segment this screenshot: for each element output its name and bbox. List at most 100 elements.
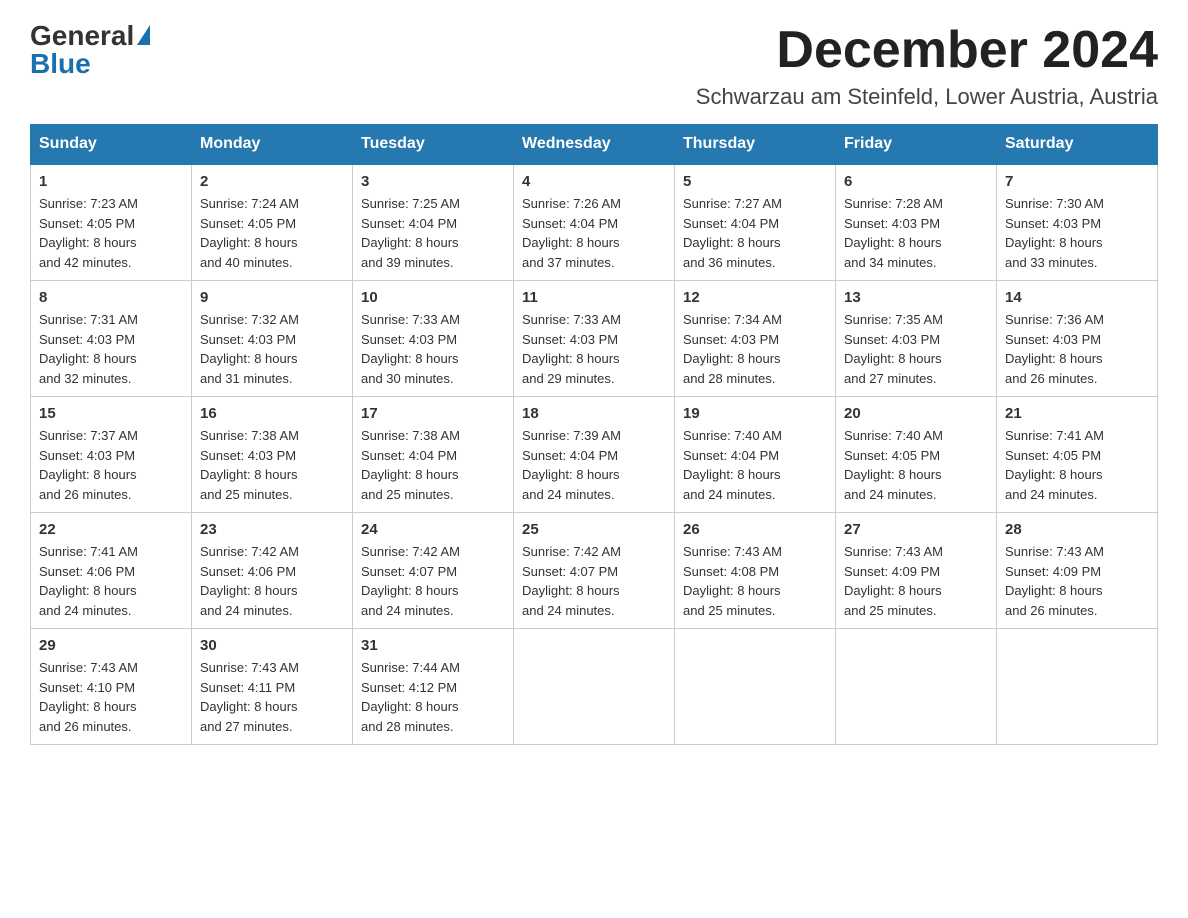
table-row: 12 Sunrise: 7:34 AMSunset: 4:03 PMDaylig… [675, 281, 836, 397]
day-number: 15 [39, 405, 183, 422]
day-number: 23 [200, 521, 344, 538]
calendar-week-row: 8 Sunrise: 7:31 AMSunset: 4:03 PMDayligh… [31, 281, 1158, 397]
table-row: 6 Sunrise: 7:28 AMSunset: 4:03 PMDayligh… [836, 164, 997, 281]
month-title: December 2024 [696, 20, 1158, 80]
table-row: 31 Sunrise: 7:44 AMSunset: 4:12 PMDaylig… [353, 629, 514, 745]
day-number: 25 [522, 521, 666, 538]
day-number: 13 [844, 289, 988, 306]
calendar-week-row: 29 Sunrise: 7:43 AMSunset: 4:10 PMDaylig… [31, 629, 1158, 745]
calendar-week-row: 1 Sunrise: 7:23 AMSunset: 4:05 PMDayligh… [31, 164, 1158, 281]
day-info: Sunrise: 7:35 AMSunset: 4:03 PMDaylight:… [844, 312, 943, 386]
table-row [836, 629, 997, 745]
day-info: Sunrise: 7:36 AMSunset: 4:03 PMDaylight:… [1005, 312, 1104, 386]
day-info: Sunrise: 7:41 AMSunset: 4:05 PMDaylight:… [1005, 428, 1104, 502]
table-row: 27 Sunrise: 7:43 AMSunset: 4:09 PMDaylig… [836, 513, 997, 629]
logo-blue-text: Blue [30, 48, 91, 80]
header-thursday: Thursday [675, 125, 836, 165]
calendar-table: Sunday Monday Tuesday Wednesday Thursday… [30, 124, 1158, 745]
day-number: 30 [200, 637, 344, 654]
table-row: 14 Sunrise: 7:36 AMSunset: 4:03 PMDaylig… [997, 281, 1158, 397]
table-row: 22 Sunrise: 7:41 AMSunset: 4:06 PMDaylig… [31, 513, 192, 629]
day-info: Sunrise: 7:43 AMSunset: 4:09 PMDaylight:… [1005, 544, 1104, 618]
day-info: Sunrise: 7:33 AMSunset: 4:03 PMDaylight:… [361, 312, 460, 386]
day-number: 21 [1005, 405, 1149, 422]
day-number: 6 [844, 173, 988, 190]
day-info: Sunrise: 7:40 AMSunset: 4:04 PMDaylight:… [683, 428, 782, 502]
day-info: Sunrise: 7:43 AMSunset: 4:09 PMDaylight:… [844, 544, 943, 618]
table-row: 28 Sunrise: 7:43 AMSunset: 4:09 PMDaylig… [997, 513, 1158, 629]
day-info: Sunrise: 7:42 AMSunset: 4:06 PMDaylight:… [200, 544, 299, 618]
table-row: 11 Sunrise: 7:33 AMSunset: 4:03 PMDaylig… [514, 281, 675, 397]
day-info: Sunrise: 7:32 AMSunset: 4:03 PMDaylight:… [200, 312, 299, 386]
table-row: 19 Sunrise: 7:40 AMSunset: 4:04 PMDaylig… [675, 397, 836, 513]
table-row: 21 Sunrise: 7:41 AMSunset: 4:05 PMDaylig… [997, 397, 1158, 513]
day-info: Sunrise: 7:38 AMSunset: 4:04 PMDaylight:… [361, 428, 460, 502]
day-number: 26 [683, 521, 827, 538]
day-number: 19 [683, 405, 827, 422]
table-row: 7 Sunrise: 7:30 AMSunset: 4:03 PMDayligh… [997, 164, 1158, 281]
day-info: Sunrise: 7:27 AMSunset: 4:04 PMDaylight:… [683, 196, 782, 270]
day-number: 1 [39, 173, 183, 190]
day-number: 9 [200, 289, 344, 306]
location-subtitle: Schwarzau am Steinfeld, Lower Austria, A… [696, 84, 1158, 110]
calendar-week-row: 22 Sunrise: 7:41 AMSunset: 4:06 PMDaylig… [31, 513, 1158, 629]
day-info: Sunrise: 7:30 AMSunset: 4:03 PMDaylight:… [1005, 196, 1104, 270]
day-number: 24 [361, 521, 505, 538]
day-info: Sunrise: 7:43 AMSunset: 4:08 PMDaylight:… [683, 544, 782, 618]
day-number: 31 [361, 637, 505, 654]
table-row: 18 Sunrise: 7:39 AMSunset: 4:04 PMDaylig… [514, 397, 675, 513]
table-row [675, 629, 836, 745]
day-number: 18 [522, 405, 666, 422]
day-info: Sunrise: 7:43 AMSunset: 4:11 PMDaylight:… [200, 660, 299, 734]
table-row: 20 Sunrise: 7:40 AMSunset: 4:05 PMDaylig… [836, 397, 997, 513]
day-number: 3 [361, 173, 505, 190]
day-info: Sunrise: 7:26 AMSunset: 4:04 PMDaylight:… [522, 196, 621, 270]
day-info: Sunrise: 7:42 AMSunset: 4:07 PMDaylight:… [522, 544, 621, 618]
logo: General Blue [30, 20, 150, 80]
day-info: Sunrise: 7:38 AMSunset: 4:03 PMDaylight:… [200, 428, 299, 502]
day-info: Sunrise: 7:34 AMSunset: 4:03 PMDaylight:… [683, 312, 782, 386]
day-number: 10 [361, 289, 505, 306]
table-row: 2 Sunrise: 7:24 AMSunset: 4:05 PMDayligh… [192, 164, 353, 281]
day-info: Sunrise: 7:41 AMSunset: 4:06 PMDaylight:… [39, 544, 138, 618]
day-number: 14 [1005, 289, 1149, 306]
title-area: December 2024 Schwarzau am Steinfeld, Lo… [696, 20, 1158, 110]
header-monday: Monday [192, 125, 353, 165]
day-info: Sunrise: 7:24 AMSunset: 4:05 PMDaylight:… [200, 196, 299, 270]
header-tuesday: Tuesday [353, 125, 514, 165]
logo-triangle-icon [137, 25, 150, 45]
day-number: 4 [522, 173, 666, 190]
table-row: 29 Sunrise: 7:43 AMSunset: 4:10 PMDaylig… [31, 629, 192, 745]
table-row [997, 629, 1158, 745]
day-number: 11 [522, 289, 666, 306]
day-info: Sunrise: 7:33 AMSunset: 4:03 PMDaylight:… [522, 312, 621, 386]
header-sunday: Sunday [31, 125, 192, 165]
header-wednesday: Wednesday [514, 125, 675, 165]
day-info: Sunrise: 7:43 AMSunset: 4:10 PMDaylight:… [39, 660, 138, 734]
header-saturday: Saturday [997, 125, 1158, 165]
table-row: 17 Sunrise: 7:38 AMSunset: 4:04 PMDaylig… [353, 397, 514, 513]
day-number: 17 [361, 405, 505, 422]
table-row: 9 Sunrise: 7:32 AMSunset: 4:03 PMDayligh… [192, 281, 353, 397]
day-number: 5 [683, 173, 827, 190]
day-info: Sunrise: 7:44 AMSunset: 4:12 PMDaylight:… [361, 660, 460, 734]
table-row: 5 Sunrise: 7:27 AMSunset: 4:04 PMDayligh… [675, 164, 836, 281]
day-number: 22 [39, 521, 183, 538]
day-number: 28 [1005, 521, 1149, 538]
table-row: 30 Sunrise: 7:43 AMSunset: 4:11 PMDaylig… [192, 629, 353, 745]
page-header: General Blue December 2024 Schwarzau am … [30, 20, 1158, 110]
day-number: 8 [39, 289, 183, 306]
table-row: 15 Sunrise: 7:37 AMSunset: 4:03 PMDaylig… [31, 397, 192, 513]
table-row [514, 629, 675, 745]
day-number: 12 [683, 289, 827, 306]
table-row: 25 Sunrise: 7:42 AMSunset: 4:07 PMDaylig… [514, 513, 675, 629]
day-info: Sunrise: 7:28 AMSunset: 4:03 PMDaylight:… [844, 196, 943, 270]
day-info: Sunrise: 7:31 AMSunset: 4:03 PMDaylight:… [39, 312, 138, 386]
table-row: 24 Sunrise: 7:42 AMSunset: 4:07 PMDaylig… [353, 513, 514, 629]
table-row: 13 Sunrise: 7:35 AMSunset: 4:03 PMDaylig… [836, 281, 997, 397]
day-number: 29 [39, 637, 183, 654]
day-number: 2 [200, 173, 344, 190]
day-number: 20 [844, 405, 988, 422]
table-row: 10 Sunrise: 7:33 AMSunset: 4:03 PMDaylig… [353, 281, 514, 397]
table-row: 1 Sunrise: 7:23 AMSunset: 4:05 PMDayligh… [31, 164, 192, 281]
